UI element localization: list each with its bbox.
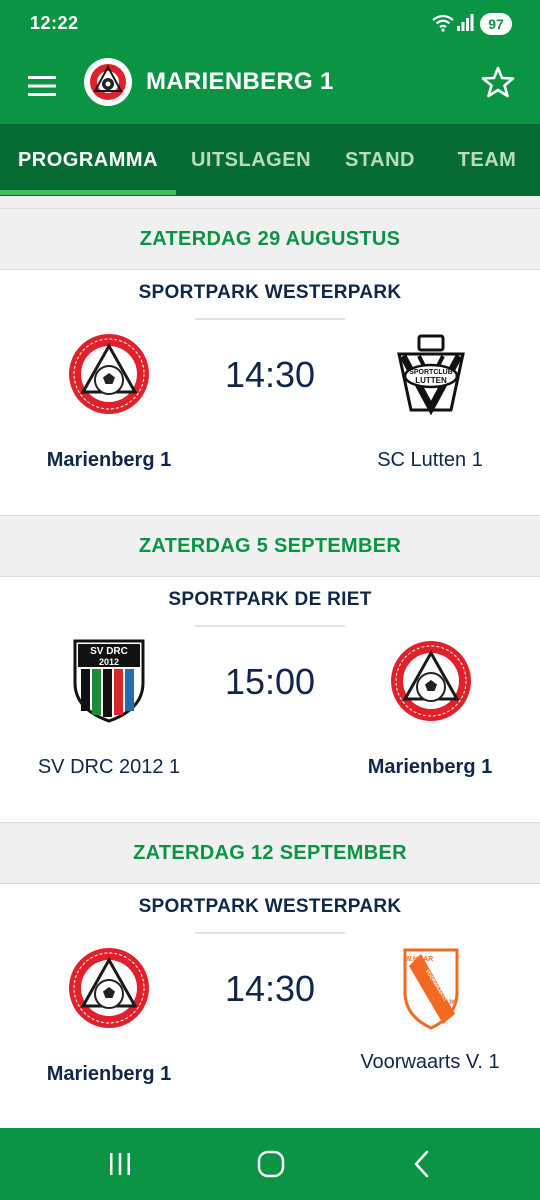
star-icon[interactable] <box>481 65 515 99</box>
venue-label: SPORTPARK WESTERPARK <box>138 282 402 303</box>
sc-lutten-logo: SPORTCLUB LUTTEN <box>397 334 465 416</box>
venue-label: SPORTPARK DE RIET <box>168 589 372 610</box>
active-tab-indicator <box>0 190 176 195</box>
divider <box>195 625 345 627</box>
lutten-logo-text: SPORTCLUB <box>409 369 453 376</box>
match-card[interactable]: SPORTPARK DE RIET SV DRC 2012 15:00 SV D… <box>0 577 540 822</box>
hamburger-icon[interactable] <box>26 70 58 102</box>
club-logo <box>84 58 132 106</box>
app-bar: MARIENBERG 1 <box>0 48 540 124</box>
lutten-logo-text2: LUTTEN <box>415 376 447 385</box>
match-card[interactable]: SPORTPARK WESTERPARK 14:30 W.HAAR VOORWA… <box>0 884 540 1128</box>
home-team-name: SV DRC 2012 1 <box>37 756 181 778</box>
divider <box>195 932 345 934</box>
divider <box>195 318 345 320</box>
home-team-name: Marienberg 1 <box>46 449 172 471</box>
page-title: MARIENBERG 1 <box>146 68 334 95</box>
home-team-name: Marienberg 1 <box>46 1063 172 1085</box>
marienberg-logo <box>391 641 471 721</box>
date-header: ZATERDAG 12 SEPTEMBER <box>0 822 540 884</box>
away-team-name: Voorwaarts V. 1 <box>360 1051 500 1073</box>
status-time: 12:22 <box>30 13 79 33</box>
tab-team[interactable]: TEAM <box>434 124 540 196</box>
wifi-icon <box>432 14 454 32</box>
marienberg-logo-icon <box>90 64 126 100</box>
date-header: ZATERDAG 29 AUGUSTUS <box>0 208 540 270</box>
home-icon[interactable] <box>255 1148 287 1180</box>
signal-icon <box>457 14 474 31</box>
system-nav-bar <box>0 1128 540 1200</box>
date-header: ZATERDAG 5 SEPTEMBER <box>0 515 540 577</box>
match-card[interactable]: SPORTPARK WESTERPARK 14:30 SPORTCLUB LUT… <box>0 270 540 515</box>
away-team-name: Marienberg 1 <box>367 756 493 778</box>
voorwaarts-logo-text1: W.HAAR <box>405 956 433 963</box>
voorwaarts-logo-text3: VR.WIJK <box>430 1000 456 1006</box>
recent-apps-icon[interactable] <box>104 1148 136 1180</box>
tab-programma[interactable]: PROGRAMMA <box>0 124 176 196</box>
status-bar: 12:22 97 <box>0 0 540 48</box>
battery-indicator: 97 <box>480 13 512 35</box>
match-list[interactable]: ZATERDAG 29 AUGUSTUS SPORTPARK WESTERPAR… <box>0 196 540 1128</box>
away-team-name: SC Lutten 1 <box>377 449 483 471</box>
tab-uitslagen[interactable]: UITSLAGEN <box>176 124 326 196</box>
back-icon[interactable] <box>407 1148 439 1180</box>
list-spacer <box>0 196 540 208</box>
drc-logo-text: SV DRC <box>90 646 128 657</box>
venue-label: SPORTPARK WESTERPARK <box>138 896 402 917</box>
tab-bar: PROGRAMMA UITSLAGEN STAND TEAM <box>0 124 540 196</box>
tab-stand[interactable]: STAND <box>326 124 434 196</box>
voorwaarts-logo: W.HAAR VOORWAARTS VR.WIJK <box>403 948 459 1030</box>
